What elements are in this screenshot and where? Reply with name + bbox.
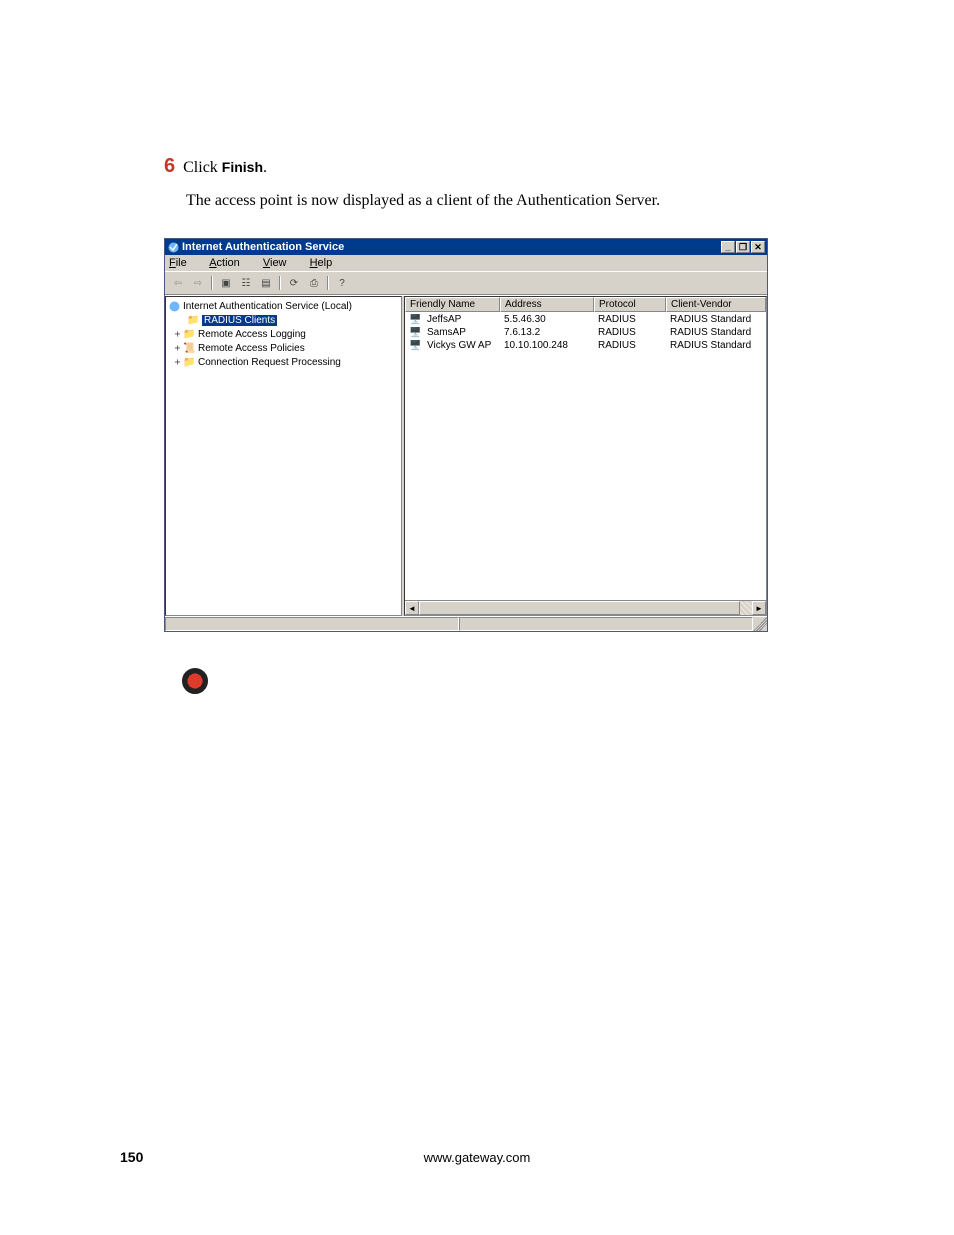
cell-client-vendor: RADIUS Standard: [666, 314, 766, 325]
window-controls: _ ❐ ✕: [721, 241, 765, 253]
minimize-button[interactable]: _: [721, 241, 735, 253]
scroll-right-button[interactable]: ►: [752, 601, 766, 615]
list-pane: Friendly Name Address Protocol Client-Ve…: [404, 296, 767, 616]
scroll-left-button[interactable]: ◄: [405, 601, 419, 615]
toolbar-separator: [279, 276, 281, 290]
resize-grip-icon[interactable]: [753, 617, 767, 631]
expander-icon[interactable]: +: [172, 357, 183, 368]
statusbar: [165, 616, 767, 631]
up-button[interactable]: ▣: [217, 274, 235, 292]
client-icon: 🖥️: [409, 314, 422, 325]
tree-item-radius-clients[interactable]: 📁 RADIUS Clients: [168, 313, 399, 327]
cell-friendly-name: Vickys GW AP: [427, 340, 491, 351]
cell-address: 7.6.13.2: [500, 327, 594, 338]
status-pane: [165, 617, 459, 631]
cell-protocol: RADIUS: [594, 327, 666, 338]
maximize-button[interactable]: ❐: [736, 241, 750, 253]
cell-protocol: RADIUS: [594, 340, 666, 351]
client-area: Internet Authentication Service (Local) …: [165, 295, 767, 616]
list-item[interactable]: 🖥️ JeffsAP 5.5.46.30 RADIUS RADIUS Standa…: [405, 313, 766, 326]
footer-url: www.gateway.com: [0, 1150, 954, 1165]
client-icon: 🖥️: [409, 340, 422, 351]
close-button[interactable]: ✕: [751, 241, 765, 253]
folder-icon: 📁: [183, 329, 196, 340]
cell-protocol: RADIUS: [594, 314, 666, 325]
tree-item-remote-access-logging[interactable]: + 📁 Remote Access Logging: [168, 327, 399, 341]
column-header-client-vendor[interactable]: Client-Vendor: [666, 297, 766, 312]
titlebar[interactable]: Internet Authentication Service _ ❐ ✕: [165, 239, 767, 255]
expander-icon[interactable]: +: [172, 329, 183, 340]
toolbar: ⇦ ⇨ ▣ ☷ ▤ ⟳ ⎙ ?: [165, 271, 767, 295]
column-header-protocol[interactable]: Protocol: [594, 297, 666, 312]
list-item[interactable]: 🖥️ SamsAP 7.6.13.2 RADIUS RADIUS Standard: [405, 326, 766, 339]
tree-item-label: Connection Request Processing: [198, 357, 341, 368]
cell-client-vendor: RADIUS Standard: [666, 327, 766, 338]
folder-icon: 📁: [183, 357, 196, 368]
step-number: 6: [164, 155, 175, 178]
properties-button[interactable]: ▤: [257, 274, 275, 292]
menu-action[interactable]: Action: [209, 257, 250, 269]
cell-friendly-name: SamsAP: [427, 327, 466, 338]
cell-address: 5.5.46.30: [500, 314, 594, 325]
list-item[interactable]: 🖥️ Vickys GW AP 10.10.100.248 RADIUS RADI…: [405, 339, 766, 352]
step-bold: Finish: [222, 159, 263, 175]
toolbar-separator: [327, 276, 329, 290]
cell-address: 10.10.100.248: [500, 340, 594, 351]
status-pane: [459, 617, 753, 631]
scroll-track[interactable]: [419, 601, 752, 615]
export-button[interactable]: ⎙: [305, 274, 323, 292]
tree-item-label: Remote Access Policies: [198, 343, 305, 354]
list-body[interactable]: 🖥️ JeffsAP 5.5.46.30 RADIUS RADIUS Standa…: [405, 312, 766, 600]
step-suffix: .: [263, 159, 267, 176]
expander-icon[interactable]: +: [172, 343, 183, 354]
listview-button[interactable]: ☷: [237, 274, 255, 292]
toolbar-separator: [211, 276, 213, 290]
tree-item-label: Remote Access Logging: [198, 329, 306, 340]
menubar: File Action View Help: [165, 255, 767, 271]
step-prefix: Click: [183, 159, 222, 176]
forward-button[interactable]: ⇨: [189, 274, 207, 292]
app-window: Internet Authentication Service _ ❐ ✕ Fi…: [164, 238, 768, 632]
menu-help[interactable]: Help: [310, 257, 343, 269]
back-button[interactable]: ⇦: [169, 274, 187, 292]
horizontal-scrollbar[interactable]: ◄ ►: [405, 600, 766, 615]
cell-friendly-name: JeffsAP: [427, 314, 461, 325]
menu-view[interactable]: View: [263, 257, 297, 269]
cell-client-vendor: RADIUS Standard: [666, 340, 766, 351]
end-of-procedure-icon: [182, 668, 208, 694]
tree-root[interactable]: Internet Authentication Service (Local): [168, 299, 399, 313]
policy-icon: 📜: [183, 343, 196, 354]
tree-item-label: RADIUS Clients: [202, 315, 277, 326]
scroll-thumb[interactable]: [419, 601, 740, 615]
service-icon: [168, 301, 181, 312]
refresh-button[interactable]: ⟳: [285, 274, 303, 292]
step-description: The access point is now displayed as a c…: [186, 192, 834, 210]
tree-item-connection-request-processing[interactable]: + 📁 Connection Request Processing: [168, 355, 399, 369]
tree-root-label: Internet Authentication Service (Local): [183, 301, 352, 312]
tree-item-remote-access-policies[interactable]: + 📜 Remote Access Policies: [168, 341, 399, 355]
folder-icon: 📁: [187, 315, 200, 326]
step-instruction: Click Finish.: [183, 159, 267, 177]
menu-file[interactable]: File: [169, 257, 197, 269]
column-header-address[interactable]: Address: [500, 297, 594, 312]
column-header-friendly-name[interactable]: Friendly Name: [405, 297, 500, 312]
list-header-row: Friendly Name Address Protocol Client-Ve…: [405, 297, 766, 312]
tree-pane[interactable]: Internet Authentication Service (Local) …: [165, 296, 402, 616]
help-button[interactable]: ?: [333, 274, 351, 292]
client-icon: 🖥️: [409, 327, 422, 338]
window-title: Internet Authentication Service: [182, 241, 344, 253]
app-icon: [167, 241, 179, 253]
